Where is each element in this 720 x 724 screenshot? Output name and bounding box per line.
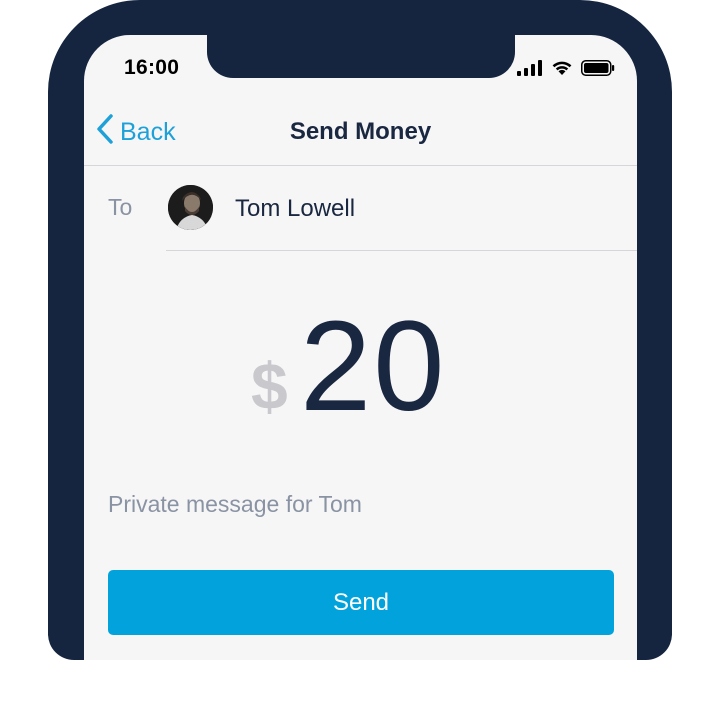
currency-symbol: $ bbox=[251, 349, 288, 423]
signal-icon bbox=[517, 59, 543, 81]
recipient-name: Tom Lowell bbox=[235, 195, 356, 222]
wifi-icon bbox=[551, 59, 573, 81]
amount-display[interactable]: $ 20 bbox=[84, 295, 637, 438]
app-screen: 16:00 Back Send Money To Tom Lowell $ 20… bbox=[84, 35, 637, 660]
navigation-bar: Back Send Money bbox=[84, 97, 637, 166]
page-title: Send Money bbox=[289, 118, 432, 145]
phone-notch bbox=[207, 35, 515, 78]
amount-value: 20 bbox=[300, 295, 447, 438]
status-time: 16:00 bbox=[124, 56, 180, 79]
avatar bbox=[168, 185, 213, 230]
private-message-input[interactable] bbox=[108, 491, 588, 518]
status-icons bbox=[517, 59, 615, 81]
send-button[interactable]: Send bbox=[108, 570, 614, 635]
battery-icon bbox=[581, 59, 615, 81]
divider bbox=[166, 250, 637, 251]
to-label: To bbox=[108, 194, 133, 220]
recipient-row[interactable]: To Tom Lowell bbox=[84, 166, 637, 251]
